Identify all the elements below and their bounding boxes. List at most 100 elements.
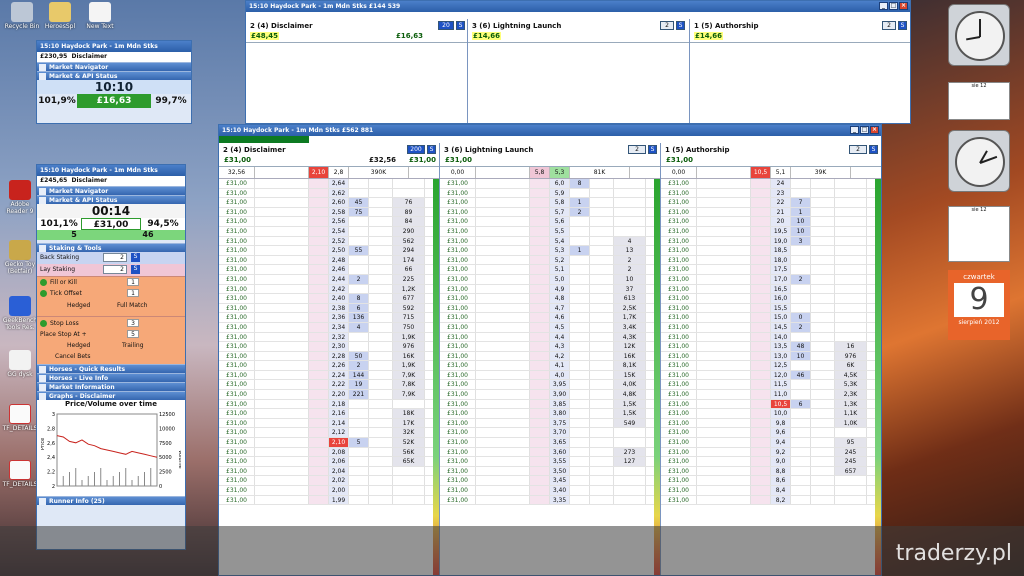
lay-cell[interactable] [751, 390, 771, 399]
back-cell[interactable] [570, 390, 590, 399]
back-cell[interactable] [570, 351, 590, 361]
lay-cell[interactable] [751, 409, 771, 418]
back-cell[interactable] [570, 284, 590, 294]
back-cell[interactable]: 19 [349, 380, 369, 390]
price-cell[interactable]: 16,5 [771, 284, 791, 294]
ladder-row[interactable]: £31,00 4,9 37 [440, 284, 660, 295]
price-cell[interactable]: 9,2 [771, 447, 791, 457]
price-cell[interactable]: 2,28 [329, 351, 349, 361]
lay-cell[interactable] [309, 284, 329, 294]
back-cell[interactable] [349, 486, 369, 495]
ladder-row[interactable]: £31,00 2,48 174 [219, 255, 439, 266]
price-cell[interactable]: 2,04 [329, 466, 349, 476]
back-cell[interactable] [791, 303, 811, 313]
back-cell[interactable] [791, 332, 811, 342]
price-cell[interactable]: 3,85 [550, 399, 570, 409]
price-cell[interactable]: 5,7 [550, 207, 570, 217]
s-button[interactable]: S [898, 21, 907, 30]
tf-details-icon[interactable]: TF_DETAILS [0, 404, 40, 432]
ladder-row[interactable]: £31,00 3,35 [440, 495, 660, 506]
lay-cell[interactable] [530, 457, 550, 466]
lay-cell[interactable] [309, 380, 329, 390]
ladder-row[interactable]: £31,00 2,42 1,2K [219, 284, 439, 295]
back-cell[interactable] [570, 255, 590, 265]
back-cell[interactable] [570, 265, 590, 274]
lay-cell[interactable] [751, 255, 771, 265]
stake-box[interactable]: 20 [438, 21, 454, 30]
lay-cell[interactable] [530, 399, 550, 409]
s-button[interactable]: S [456, 21, 465, 30]
back-cell[interactable] [570, 342, 590, 351]
price-cell[interactable]: 2,00 [329, 486, 349, 495]
lay-cell[interactable] [530, 466, 550, 476]
price-cell[interactable]: 2,34 [329, 322, 349, 332]
back-cell[interactable]: 136 [349, 313, 369, 322]
ladder-row[interactable]: £31,00 2,46 66 [219, 265, 439, 275]
back-cell[interactable] [570, 303, 590, 313]
ladder-row[interactable]: £31,00 2,30 976 [219, 342, 439, 352]
price-cell[interactable]: 15,5 [771, 303, 791, 313]
price-cell[interactable]: 3,45 [550, 476, 570, 485]
lay-cell[interactable] [751, 466, 771, 476]
back-cell[interactable]: 144 [349, 370, 369, 380]
lay-cell[interactable] [309, 236, 329, 246]
ladder-row[interactable]: £31,00 4,8 613 [440, 294, 660, 304]
cancel-bets-checkbox-label[interactable]: Cancel Bets [55, 353, 91, 360]
ladder-row[interactable]: £31,00 2,44 2 225 [219, 274, 439, 285]
ladder-row[interactable]: £31,00 24 [661, 179, 881, 189]
lay-cell[interactable] [309, 399, 329, 409]
lay-cell[interactable] [530, 322, 550, 332]
ladder-row[interactable]: £31,00 2,18 [219, 399, 439, 410]
stop-loss-input[interactable]: 3 [127, 319, 139, 327]
runner-pane[interactable]: 3 (6) Lightning Launch £14,66 2 S [468, 19, 690, 123]
ladder-row[interactable]: £31,00 6,0 8 [440, 179, 660, 189]
back-cell[interactable] [570, 486, 590, 495]
back-cell[interactable] [570, 313, 590, 322]
trailing-checkbox-label[interactable]: Trailing [122, 342, 144, 349]
ladder-row[interactable]: £31,00 2,02 [219, 476, 439, 486]
folder-icon[interactable]: HeroesSpl [40, 2, 80, 30]
back-cell[interactable]: 1 [570, 246, 590, 255]
price-cell[interactable]: 8,4 [771, 486, 791, 495]
stake-box[interactable]: 200 [407, 145, 425, 154]
lay-cell[interactable] [309, 409, 329, 418]
price-cell[interactable]: 11,0 [771, 390, 791, 399]
ladder-row[interactable]: £31,00 5,2 2 [440, 255, 660, 266]
price-cell[interactable]: 5,9 [550, 188, 570, 198]
runner-pane[interactable]: 3 (6) Lightning Launch £31,00 2 S 0,00 5,8 5,3… [440, 143, 661, 575]
lay-cell[interactable] [751, 265, 771, 274]
back-cell[interactable] [349, 409, 369, 418]
back-cell[interactable] [349, 418, 369, 428]
lay-cell[interactable] [309, 207, 329, 217]
ladder-row[interactable]: £31,00 2,60 45 76 [219, 198, 439, 208]
lay-cell[interactable] [309, 246, 329, 255]
ladder-row[interactable]: £31,00 18,0 [661, 255, 881, 266]
price-cell[interactable]: 2,30 [329, 342, 349, 351]
price-cell[interactable]: 8,2 [771, 495, 791, 505]
ladder-row[interactable]: £31,00 5,7 2 [440, 207, 660, 218]
back-cell[interactable] [349, 236, 369, 246]
price-cell[interactable]: 2,02 [329, 476, 349, 485]
ladder-row[interactable]: £31,00 2,32 1,9K [219, 332, 439, 343]
toggle-icon[interactable] [40, 320, 47, 327]
back-cell[interactable] [791, 447, 811, 457]
ladder-row[interactable]: £31,00 15,0 0 [661, 313, 881, 323]
back-cell[interactable]: 48 [791, 342, 811, 351]
price-cell[interactable]: 24 [771, 179, 791, 188]
price-cell[interactable]: 17,5 [771, 265, 791, 274]
back-cell[interactable] [349, 332, 369, 342]
lay-cell[interactable] [530, 265, 550, 274]
price-cell[interactable]: 4,2 [550, 351, 570, 361]
back-cell[interactable] [570, 428, 590, 438]
lay-cell[interactable] [751, 236, 771, 246]
back-cell[interactable] [570, 361, 590, 370]
hedged-checkbox-label[interactable]: Hedged [67, 302, 90, 309]
price-cell[interactable]: 4,0 [550, 370, 570, 380]
back-cell[interactable]: 4 [349, 322, 369, 332]
s-button[interactable]: S [131, 253, 140, 262]
back-cell[interactable] [349, 447, 369, 457]
price-cell[interactable]: 2,12 [329, 428, 349, 438]
price-cell[interactable]: 2,32 [329, 332, 349, 342]
section-market-api-status[interactable]: Market & API Status [37, 195, 185, 204]
lay-cell[interactable] [530, 361, 550, 370]
